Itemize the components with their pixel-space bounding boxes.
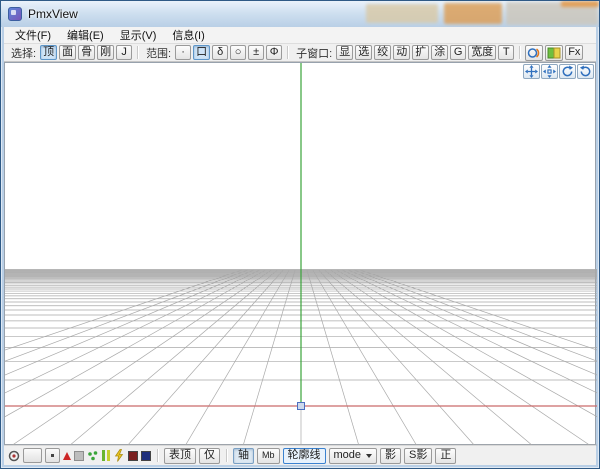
fx-button[interactable]: Fx [565, 45, 583, 60]
statusbar-separator [226, 449, 227, 462]
move-icon[interactable] [541, 64, 558, 79]
glass-reflection [444, 3, 502, 24]
front-vertex-button[interactable]: 表顶 [164, 448, 196, 464]
dark-red-swatch [128, 451, 138, 461]
pan-icon[interactable] [523, 64, 540, 79]
glass-reflection [561, 1, 599, 7]
pmxview-window: PmxView 文件(F) 编辑(E) 显示(V) 信息(I) 选择: 顶 面 … [0, 0, 600, 469]
target-icon[interactable] [8, 450, 20, 462]
stereo-view-icon-button[interactable] [525, 45, 543, 61]
titlebar[interactable]: PmxView [1, 1, 599, 27]
statusbar-separator [157, 449, 158, 462]
green-dots-icon[interactable] [87, 450, 99, 462]
subwin-display-button[interactable]: 显 [336, 45, 353, 60]
lightning-icon[interactable] [113, 449, 125, 462]
select-mode-face-button[interactable]: 面 [59, 45, 76, 60]
red-triangle-icon[interactable] [63, 452, 71, 460]
range-delta-button[interactable]: δ [212, 45, 228, 60]
mode-dropdown[interactable]: mode [329, 448, 378, 464]
range-box-button[interactable]: 口 [193, 45, 210, 60]
front-toggle-button[interactable]: 正 [435, 448, 456, 464]
chevron-down-icon [366, 454, 372, 458]
subwin-width-button[interactable]: 宽度 [468, 45, 496, 60]
app-icon [8, 7, 22, 21]
subwin-filter-button[interactable]: 绞 [374, 45, 391, 60]
select-mode-vertex-button[interactable]: 顶 [40, 45, 57, 60]
toolbar-separator [519, 46, 520, 59]
axis-toggle-button[interactable]: 轴 [233, 448, 254, 464]
toolbar-separator [137, 46, 138, 59]
select-mode-rigid-button[interactable]: 刚 [97, 45, 114, 60]
origin-marker [298, 403, 305, 410]
range-plusminus-button[interactable]: ± [248, 45, 264, 60]
select-label: 选择: [11, 45, 36, 61]
viewport-3d[interactable] [4, 62, 596, 445]
range-phi-button[interactable]: Φ [266, 45, 282, 60]
grid-color-icon-button[interactable] [545, 45, 563, 61]
dual-bars-icon[interactable] [102, 450, 110, 461]
only-button[interactable]: 仅 [199, 448, 220, 464]
self-shadow-toggle-button[interactable]: S影 [404, 448, 432, 464]
menu-edit[interactable]: 编辑(E) [59, 26, 112, 44]
subwin-t-button[interactable]: T [498, 45, 514, 60]
rotate-ccw-icon[interactable] [577, 64, 594, 79]
mb-toggle-button[interactable]: Mb [257, 448, 280, 464]
outline-toggle-button[interactable]: 轮廓线 [283, 448, 326, 464]
grid-color-icon [547, 47, 561, 59]
swatch-button[interactable] [23, 448, 42, 463]
dot-button[interactable] [45, 448, 60, 463]
menu-info[interactable]: 信息(I) [164, 26, 212, 44]
subwin-g-button[interactable]: G [450, 45, 466, 60]
subwin-motion-button[interactable]: 动 [393, 45, 410, 60]
window-title: PmxView [28, 7, 78, 21]
mb-label: Mb [262, 451, 275, 460]
glass-reflection [366, 4, 438, 23]
subwin-extend-button[interactable]: 扩 [412, 45, 429, 60]
menu-file[interactable]: 文件(F) [7, 26, 59, 44]
subwin-select-button[interactable]: 选 [355, 45, 372, 60]
toolbar-separator [287, 46, 288, 59]
range-label: 范围: [146, 45, 171, 61]
menu-view[interactable]: 显示(V) [112, 26, 165, 44]
toolbar: 选择: 顶 面 骨 刚 J 范围: · 口 δ ○ ± Φ 子窗口: 显 选 绞… [4, 44, 596, 62]
ground-grid [5, 63, 597, 446]
mode-label: mode [334, 450, 362, 461]
menubar: 文件(F) 编辑(E) 显示(V) 信息(I) [4, 27, 596, 44]
select-mode-joint-button[interactable]: J [116, 45, 132, 60]
rotate-cw-icon[interactable] [559, 64, 576, 79]
range-dot-button[interactable]: · [175, 45, 191, 60]
gray-chip-icon [74, 451, 84, 461]
shadow-toggle-button[interactable]: 影 [380, 448, 401, 464]
subwindow-label: 子窗口: [296, 45, 332, 61]
view-nav-icons [523, 64, 594, 79]
range-circle-button[interactable]: ○ [230, 45, 246, 60]
subwin-paint-button[interactable]: 涂 [431, 45, 448, 60]
navy-swatch [141, 451, 151, 461]
statusbar: 表顶 仅 轴 Mb 轮廓线 mode 影 S影 正 [4, 445, 596, 465]
stereo-view-icon [527, 47, 541, 59]
select-mode-bone-button[interactable]: 骨 [78, 45, 95, 60]
